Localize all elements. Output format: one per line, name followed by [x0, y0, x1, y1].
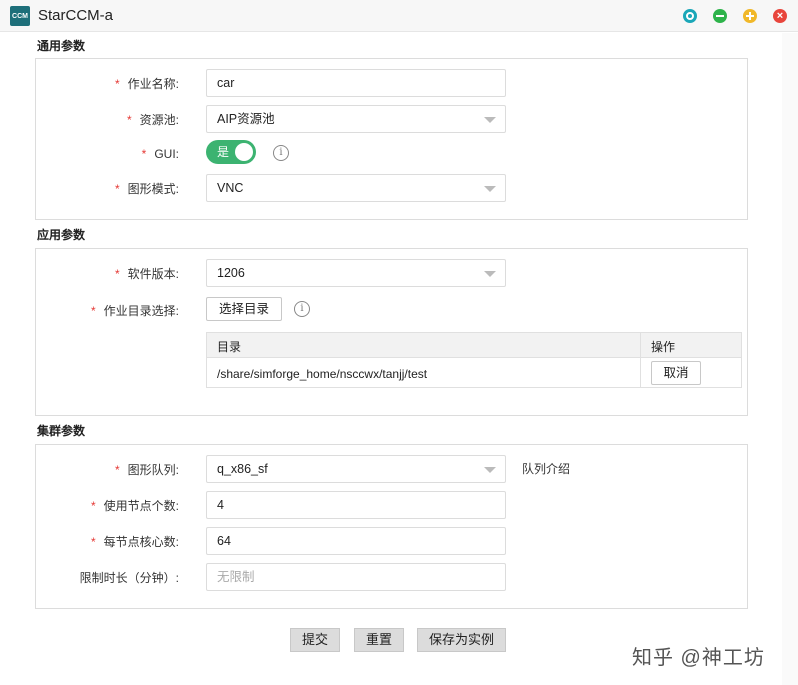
directory-table: 目录 操作 /share/simforge_home/nsccwx/tanjj/… [206, 332, 742, 388]
queue-intro-link[interactable]: 队列介绍 [522, 460, 570, 477]
graphics-queue-label: * 图形队列: [114, 463, 179, 477]
column-header-directory: 目录 [217, 340, 242, 354]
watermark: 知乎 @神工坊 [632, 647, 765, 669]
cores-per-node-input[interactable]: 64 [206, 527, 506, 555]
gui-toggle[interactable]: 是 [206, 140, 256, 164]
section-title-general: 通用参数 [37, 39, 86, 53]
column-divider [640, 333, 641, 387]
info-icon[interactable]: i [273, 145, 289, 161]
workdir-label: * 作业目录选择: [90, 304, 179, 318]
software-version-label: * 软件版本: [114, 267, 179, 281]
title-bar: CCM StarCCM-a × [0, 0, 798, 32]
graphics-mode-select[interactable]: VNC [206, 174, 506, 202]
graphics-mode-label: * 图形模式: [114, 182, 179, 196]
pin-icon[interactable] [683, 9, 697, 23]
gui-label: * GUI: [141, 147, 179, 161]
chevron-down-icon [484, 117, 496, 123]
chevron-down-icon [484, 186, 496, 192]
vertical-scrollbar[interactable] [782, 33, 798, 685]
submit-button[interactable]: 提交 [290, 628, 340, 652]
job-name-label: * 作业名称: [114, 77, 179, 91]
software-version-select[interactable]: 1206 [206, 259, 506, 287]
app-logo-icon: CCM [10, 6, 30, 26]
resource-pool-select[interactable]: AIP资源池 [206, 105, 506, 133]
window-title: StarCCM-a [38, 7, 114, 24]
column-header-action: 操作 [651, 340, 676, 354]
close-icon[interactable]: × [773, 9, 787, 23]
select-directory-button[interactable]: 选择目录 [206, 297, 282, 321]
section-title-application: 应用参数 [37, 228, 86, 242]
cores-per-node-label: * 每节点核心数: [90, 535, 179, 549]
graphics-queue-select[interactable]: q_x86_sf [206, 455, 506, 483]
cancel-directory-button[interactable]: 取消 [651, 361, 701, 385]
maximize-icon[interactable] [743, 9, 757, 23]
job-name-input[interactable]: car [206, 69, 506, 97]
chevron-down-icon [484, 467, 496, 473]
chevron-down-icon [484, 271, 496, 277]
node-count-label: * 使用节点个数: [90, 499, 179, 513]
reset-button[interactable]: 重置 [354, 628, 404, 652]
time-limit-input[interactable]: 无限制 [206, 563, 506, 591]
node-count-input[interactable]: 4 [206, 491, 506, 519]
save-as-instance-button[interactable]: 保存为实例 [417, 628, 506, 652]
section-title-cluster: 集群参数 [37, 424, 86, 438]
resource-pool-label: * 资源池: [126, 113, 179, 127]
toggle-knob [235, 143, 253, 161]
time-limit-label: 限制时长（分钟）: [79, 571, 179, 585]
minimize-icon[interactable] [713, 9, 727, 23]
directory-path-cell: /share/simforge_home/nsccwx/tanjj/test [217, 367, 428, 381]
info-icon[interactable]: i [294, 301, 310, 317]
